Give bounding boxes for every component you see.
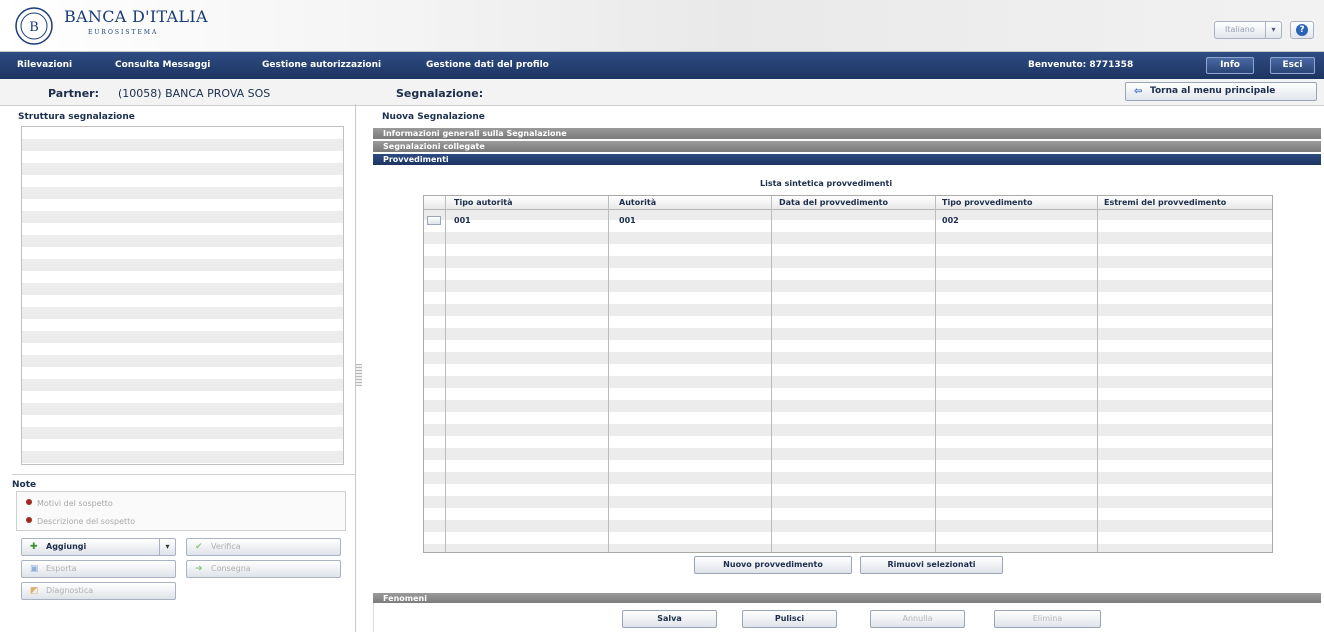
action-bar: Salva Pulisci Annulla Elimina — [373, 603, 1321, 632]
partner-value: (10058) BANCA PROVA SOS — [118, 87, 271, 100]
verify-button-label: Verifica — [211, 542, 241, 551]
new-measure-button[interactable]: Nuovo provvedimento — [694, 556, 852, 574]
svg-text:B: B — [29, 20, 39, 35]
language-value: Italiano — [1225, 25, 1255, 34]
row-select-checkbox[interactable] — [427, 216, 441, 225]
cell-tipo-autorita[interactable]: 001 — [454, 216, 471, 225]
diagnostics-icon: ◩ — [30, 586, 39, 596]
partner-label: Partner: — [48, 87, 99, 100]
segnalazione-label: Segnalazione: — [396, 87, 484, 100]
section-general-info[interactable]: Informazioni generali sulla Segnalazione — [373, 128, 1321, 139]
clear-button[interactable]: Pulisci — [742, 610, 837, 628]
export-icon: ▣ — [30, 564, 39, 574]
column-divider — [1097, 196, 1098, 552]
chevron-down-icon: ▾ — [1265, 22, 1281, 38]
measures-table: Tipo autorità Autorità Data del provvedi… — [423, 195, 1273, 553]
note-label: Descrizione del sospetto — [37, 517, 136, 526]
measures-list-title: Lista sintetica provvedimenti — [760, 179, 893, 188]
bank-subtitle: EUROSISTEMA — [88, 29, 159, 36]
col-header-tipo-provvedimento[interactable]: Tipo provvedimento — [942, 198, 1032, 207]
col-header-data[interactable]: Data del provvedimento — [779, 198, 888, 207]
column-divider — [445, 196, 446, 552]
help-button[interactable]: ? — [1290, 21, 1314, 39]
column-divider — [771, 196, 772, 552]
bullet-icon — [26, 499, 32, 505]
col-header-autorita[interactable]: Autorità — [619, 198, 656, 207]
add-button[interactable]: ✚ Aggiungi ▾ — [21, 538, 176, 556]
cell-tipo-provvedimento[interactable]: 002 — [942, 216, 959, 225]
new-report-title: Nuova Segnalazione — [382, 112, 485, 122]
structure-title: Struttura segnalazione — [18, 112, 135, 122]
left-divider — [12, 474, 355, 475]
col-header-tipo-autorita[interactable]: Tipo autorità — [454, 198, 513, 207]
splitter-handle[interactable] — [356, 364, 362, 386]
welcome-user: Benvenuto: 8771358 — [1028, 60, 1134, 70]
export-button-label: Esporta — [46, 564, 77, 573]
note-label: Motivi del sospetto — [37, 499, 113, 508]
deliver-button-label: Consegna — [211, 564, 251, 573]
export-button[interactable]: ▣ Esporta — [21, 560, 176, 578]
table-header: Tipo autorità Autorità Data del provvedi… — [424, 196, 1272, 210]
add-button-label: Aggiungi — [46, 542, 87, 551]
menu-item-gestione-profilo[interactable]: Gestione dati del profilo — [426, 60, 549, 70]
notes-label: Note — [12, 480, 37, 490]
main-menu: Rilevazioni Consulta Messaggi Gestione a… — [0, 52, 1324, 79]
cell-autorita[interactable]: 001 — [619, 216, 636, 225]
menu-item-rilevazioni[interactable]: Rilevazioni — [17, 60, 72, 70]
deliver-icon: ➜ — [195, 564, 203, 574]
diagnostics-button-label: Diagnostica — [46, 586, 94, 595]
cancel-button[interactable]: Annulla — [870, 610, 965, 628]
column-divider — [608, 196, 609, 552]
info-button[interactable]: Info — [1206, 57, 1254, 74]
delete-button[interactable]: Elimina — [994, 610, 1101, 628]
bank-name: BANCA D'ITALIA — [64, 7, 208, 26]
back-button-label: Torna al menu principale — [1150, 86, 1276, 96]
remove-selected-button[interactable]: Rimuovi selezionati — [860, 556, 1003, 574]
app-header: B BANCA D'ITALIA EUROSISTEMA Italiano ▾ … — [0, 0, 1324, 52]
verify-button[interactable]: ✔ Verifica — [186, 538, 341, 556]
exit-button[interactable]: Esci — [1270, 57, 1315, 74]
partner-bar: Partner: (10058) BANCA PROVA SOS Segnala… — [0, 79, 1324, 106]
language-select[interactable]: Italiano ▾ — [1214, 21, 1282, 39]
deliver-button[interactable]: ➜ Consegna — [186, 560, 341, 578]
back-to-main-menu-button[interactable]: ⇦ Torna al menu principale — [1125, 82, 1317, 101]
column-divider — [935, 196, 936, 552]
save-button[interactable]: Salva — [622, 610, 717, 628]
bank-logo-icon: B — [15, 7, 53, 45]
help-icon: ? — [1296, 24, 1308, 36]
add-icon: ✚ — [30, 542, 38, 552]
menu-item-gestione-autorizzazioni[interactable]: Gestione autorizzazioni — [262, 60, 381, 70]
back-arrow-icon: ⇦ — [1134, 86, 1143, 97]
diagnostics-button[interactable]: ◩ Diagnostica — [21, 582, 176, 600]
structure-tree[interactable] — [21, 126, 344, 465]
section-measures[interactable]: Provvedimenti — [373, 154, 1321, 165]
bullet-icon — [26, 517, 32, 523]
col-header-estremi[interactable]: Estremi del provvedimento — [1104, 198, 1226, 207]
notes-list: Motivi del sospetto Descrizione del sosp… — [16, 491, 346, 531]
section-linked-reports[interactable]: Segnalazioni collegate — [373, 141, 1321, 152]
menu-item-consulta-messaggi[interactable]: Consulta Messaggi — [115, 60, 210, 70]
chevron-down-icon[interactable]: ▾ — [159, 539, 175, 555]
check-icon: ✔ — [195, 542, 203, 552]
